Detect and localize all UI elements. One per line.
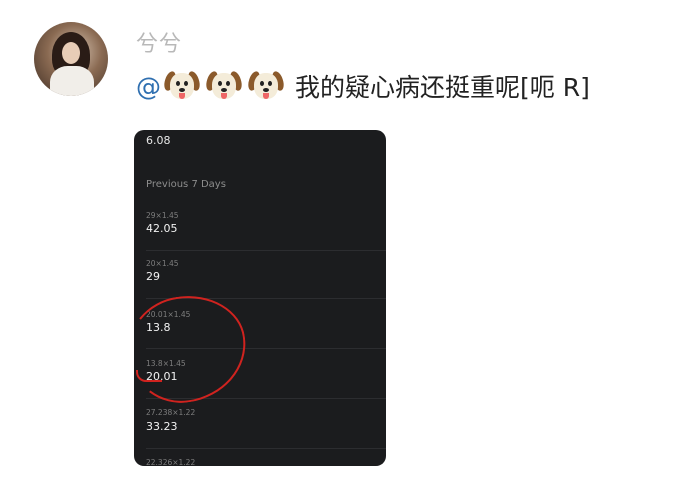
dog-face-icon bbox=[246, 69, 286, 103]
mention-link[interactable]: @ bbox=[136, 72, 161, 101]
top-value: 6.08 bbox=[146, 134, 171, 147]
dog-face-icon bbox=[204, 69, 244, 103]
post-text: @ 我的疑心病还挺重呢[呃 R] bbox=[136, 68, 590, 104]
section-title: Previous 7 Days bbox=[146, 179, 226, 190]
divider bbox=[146, 250, 386, 251]
avatar-body bbox=[50, 66, 94, 96]
post-message: 我的疑心病还挺重呢[呃 R] bbox=[295, 73, 590, 102]
entry-result: 29 bbox=[146, 270, 160, 283]
entry-formula: 20×1.45 bbox=[146, 259, 179, 268]
entry-formula: 27.238×1.22 bbox=[146, 408, 196, 417]
avatar-face bbox=[62, 42, 80, 64]
avatar[interactable] bbox=[34, 22, 108, 96]
entry-result: 33.23 bbox=[146, 420, 178, 433]
entry-formula: 29×1.45 bbox=[146, 211, 179, 220]
divider bbox=[146, 448, 386, 449]
username[interactable]: 兮兮 bbox=[136, 26, 182, 58]
entry-result: 42.05 bbox=[146, 222, 178, 235]
dog-face-icon bbox=[162, 69, 202, 103]
entry-formula: 22.326×1.22 bbox=[146, 458, 196, 466]
red-annotation-stroke bbox=[136, 370, 162, 382]
